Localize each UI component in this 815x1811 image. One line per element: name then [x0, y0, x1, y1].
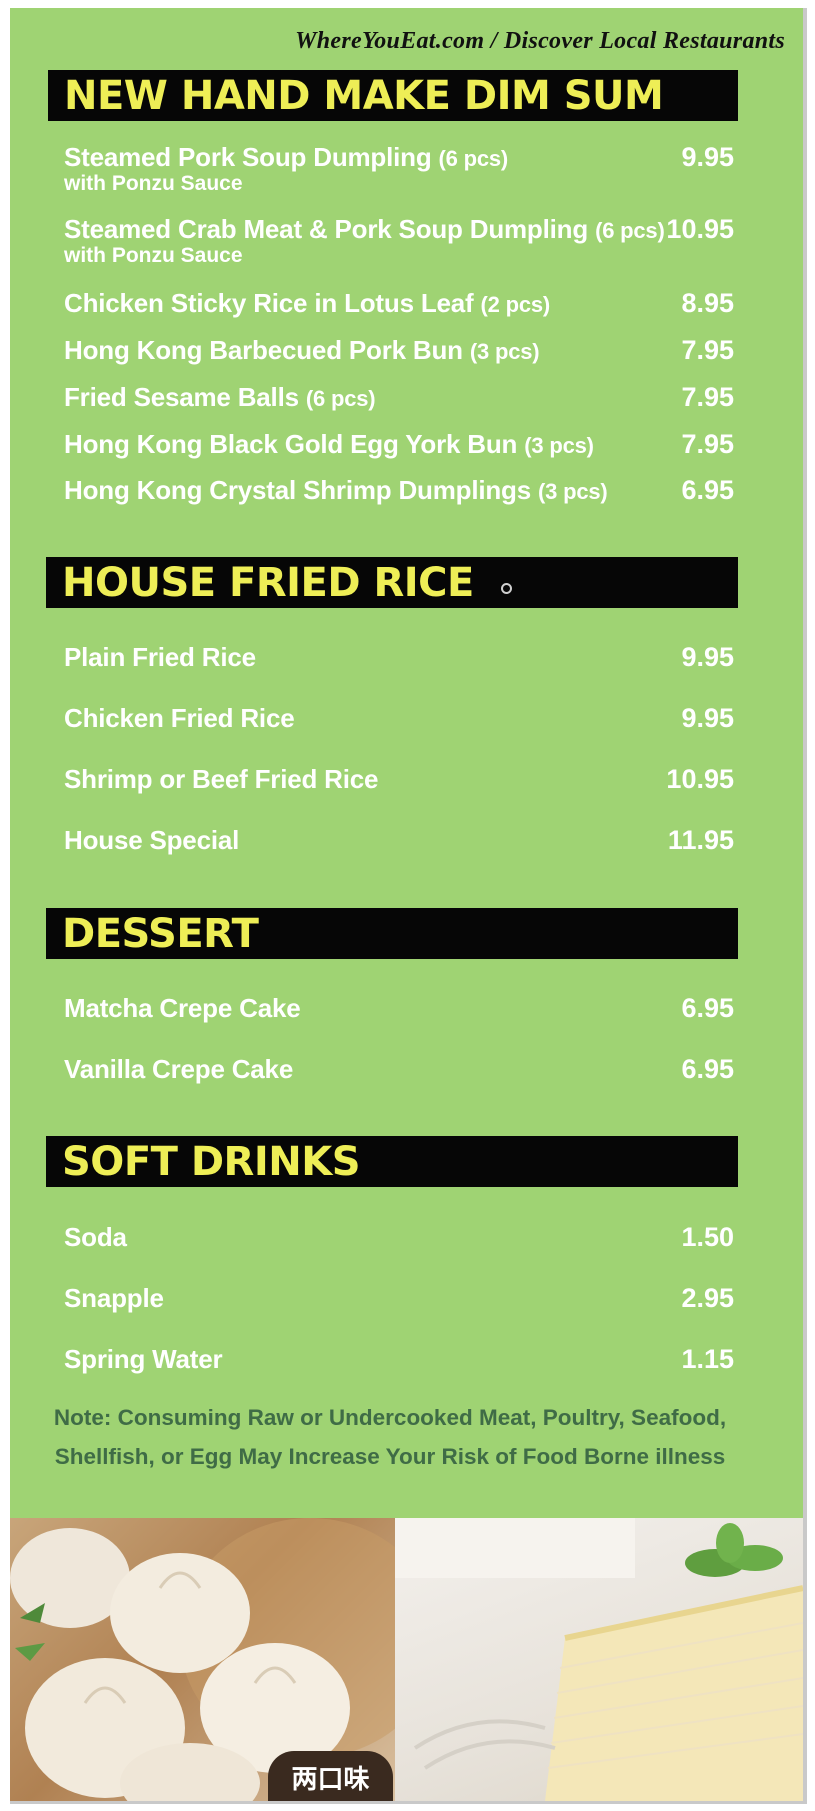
item-price: 1.15	[681, 1344, 734, 1374]
food-safety-note: Note: Consuming Raw or Undercooked Meat,…	[53, 1405, 727, 1469]
item-name: Snapple	[64, 1283, 164, 1313]
item-name: Fried Sesame Balls	[64, 382, 299, 412]
section-title: HOUSE FRIED RICE	[62, 560, 474, 606]
section-title: SOFT DRINKS	[62, 1139, 361, 1185]
section-title: NEW HAND MAKE DIM SUM	[64, 73, 664, 119]
item-name: Hong Kong Barbecued Pork Bun	[64, 335, 463, 365]
item-price: 7.95	[681, 382, 734, 412]
item-price: 9.95	[681, 642, 734, 672]
item-price: 2.95	[681, 1283, 734, 1313]
crepe-cake-illustration	[395, 1518, 803, 1801]
menu-item: Steamed Pork Soup Dumpling (6 pcs) with …	[64, 143, 734, 195]
item-quantity: (2 pcs)	[480, 292, 551, 317]
menu-item: Soda 1.50	[64, 1223, 734, 1251]
item-price: 10.95	[666, 764, 734, 794]
item-price: 7.95	[681, 335, 734, 365]
crepe-cake-photo	[395, 1518, 803, 1801]
item-subtitle: with Ponzu Sauce	[64, 244, 243, 267]
menu-item: Hong Kong Barbecued Pork Bun (3 pcs) 7.9…	[64, 336, 734, 366]
item-quantity: (6 pcs)	[595, 218, 665, 243]
item-price: 10.95	[666, 214, 734, 244]
item-quantity: (3 pcs)	[524, 433, 594, 458]
menu-item: Fried Sesame Balls (6 pcs) 7.95	[64, 383, 734, 413]
item-quantity: (6 pcs)	[305, 386, 376, 411]
menu-item: Shrimp or Beef Fried Rice 10.95	[64, 765, 734, 793]
item-name: Hong Kong Black Gold Egg York Bun	[64, 429, 518, 459]
item-name: Plain Fried Rice	[64, 642, 256, 672]
section-title: DESSERT	[62, 911, 259, 957]
section-header-soft-drinks: SOFT DRINKS	[46, 1136, 738, 1187]
watermark: WhereYouEat.com / Discover Local Restaur…	[295, 28, 785, 54]
item-name: Chicken Fried Rice	[64, 703, 295, 733]
item-price: 11.95	[667, 825, 734, 855]
item-name: Steamed Crab Meat & Pork Soup Dumpling	[64, 214, 589, 244]
menu-item: House Special 11.95	[64, 826, 734, 854]
logo-text: 两口味	[291, 1765, 370, 1795]
menu-item: Snapple 2.95	[64, 1284, 734, 1312]
photo-strip: 两口味	[10, 1518, 803, 1801]
item-price: 9.95	[681, 703, 734, 733]
logo-badge: 两口味	[268, 1751, 393, 1801]
item-name: Spring Water	[64, 1344, 223, 1374]
item-quantity: (6 pcs)	[438, 146, 509, 171]
item-name: Soda	[64, 1222, 127, 1252]
item-name: Hong Kong Crystal Shrimp Dumplings	[64, 475, 531, 505]
item-name: Chicken Sticky Rice in Lotus Leaf	[64, 288, 474, 318]
menu-item: Spring Water 1.15	[64, 1345, 734, 1373]
menu-panel: WhereYouEat.com / Discover Local Restaur…	[10, 8, 807, 1804]
menu-item: Matcha Crepe Cake 6.95	[64, 994, 734, 1022]
menu-item: Chicken Sticky Rice in Lotus Leaf (2 pcs…	[64, 289, 734, 319]
section-header-fried-rice: HOUSE FRIED RICE	[46, 557, 738, 608]
menu-item: Hong Kong Black Gold Egg York Bun (3 pcs…	[64, 430, 734, 460]
section-header-dessert: DESSERT	[46, 908, 738, 959]
menu-item: Vanilla Crepe Cake 6.95	[64, 1055, 734, 1083]
item-price: 6.95	[681, 1054, 734, 1084]
item-name: Shrimp or Beef Fried Rice	[64, 764, 379, 794]
item-price: 6.95	[681, 475, 734, 505]
item-quantity: (3 pcs)	[538, 479, 608, 504]
item-subtitle: with Ponzu Sauce	[64, 172, 243, 195]
menu-item: Steamed Crab Meat & Pork Soup Dumpling (…	[64, 215, 734, 267]
menu-page: WhereYouEat.com / Discover Local Restaur…	[0, 0, 815, 1811]
item-name: Steamed Pork Soup Dumpling	[64, 142, 432, 172]
dumplings-photo: 两口味	[10, 1518, 395, 1801]
item-name: House Special	[64, 825, 240, 855]
item-price: 9.95	[681, 142, 734, 172]
menu-item: Plain Fried Rice 9.95	[64, 643, 734, 671]
section-header-dim-sum: NEW HAND MAKE DIM SUM	[48, 70, 738, 121]
item-name: Matcha Crepe Cake	[64, 993, 301, 1023]
dot-mark	[501, 583, 512, 594]
item-price: 8.95	[681, 288, 734, 318]
item-price: 1.50	[681, 1222, 734, 1252]
item-price: 6.95	[681, 993, 734, 1023]
item-price: 7.95	[681, 429, 734, 459]
menu-item: Hong Kong Crystal Shrimp Dumplings (3 pc…	[64, 476, 734, 506]
item-name: Vanilla Crepe Cake	[64, 1054, 294, 1084]
item-quantity: (3 pcs)	[469, 339, 540, 364]
menu-item: Chicken Fried Rice 9.95	[64, 704, 734, 732]
